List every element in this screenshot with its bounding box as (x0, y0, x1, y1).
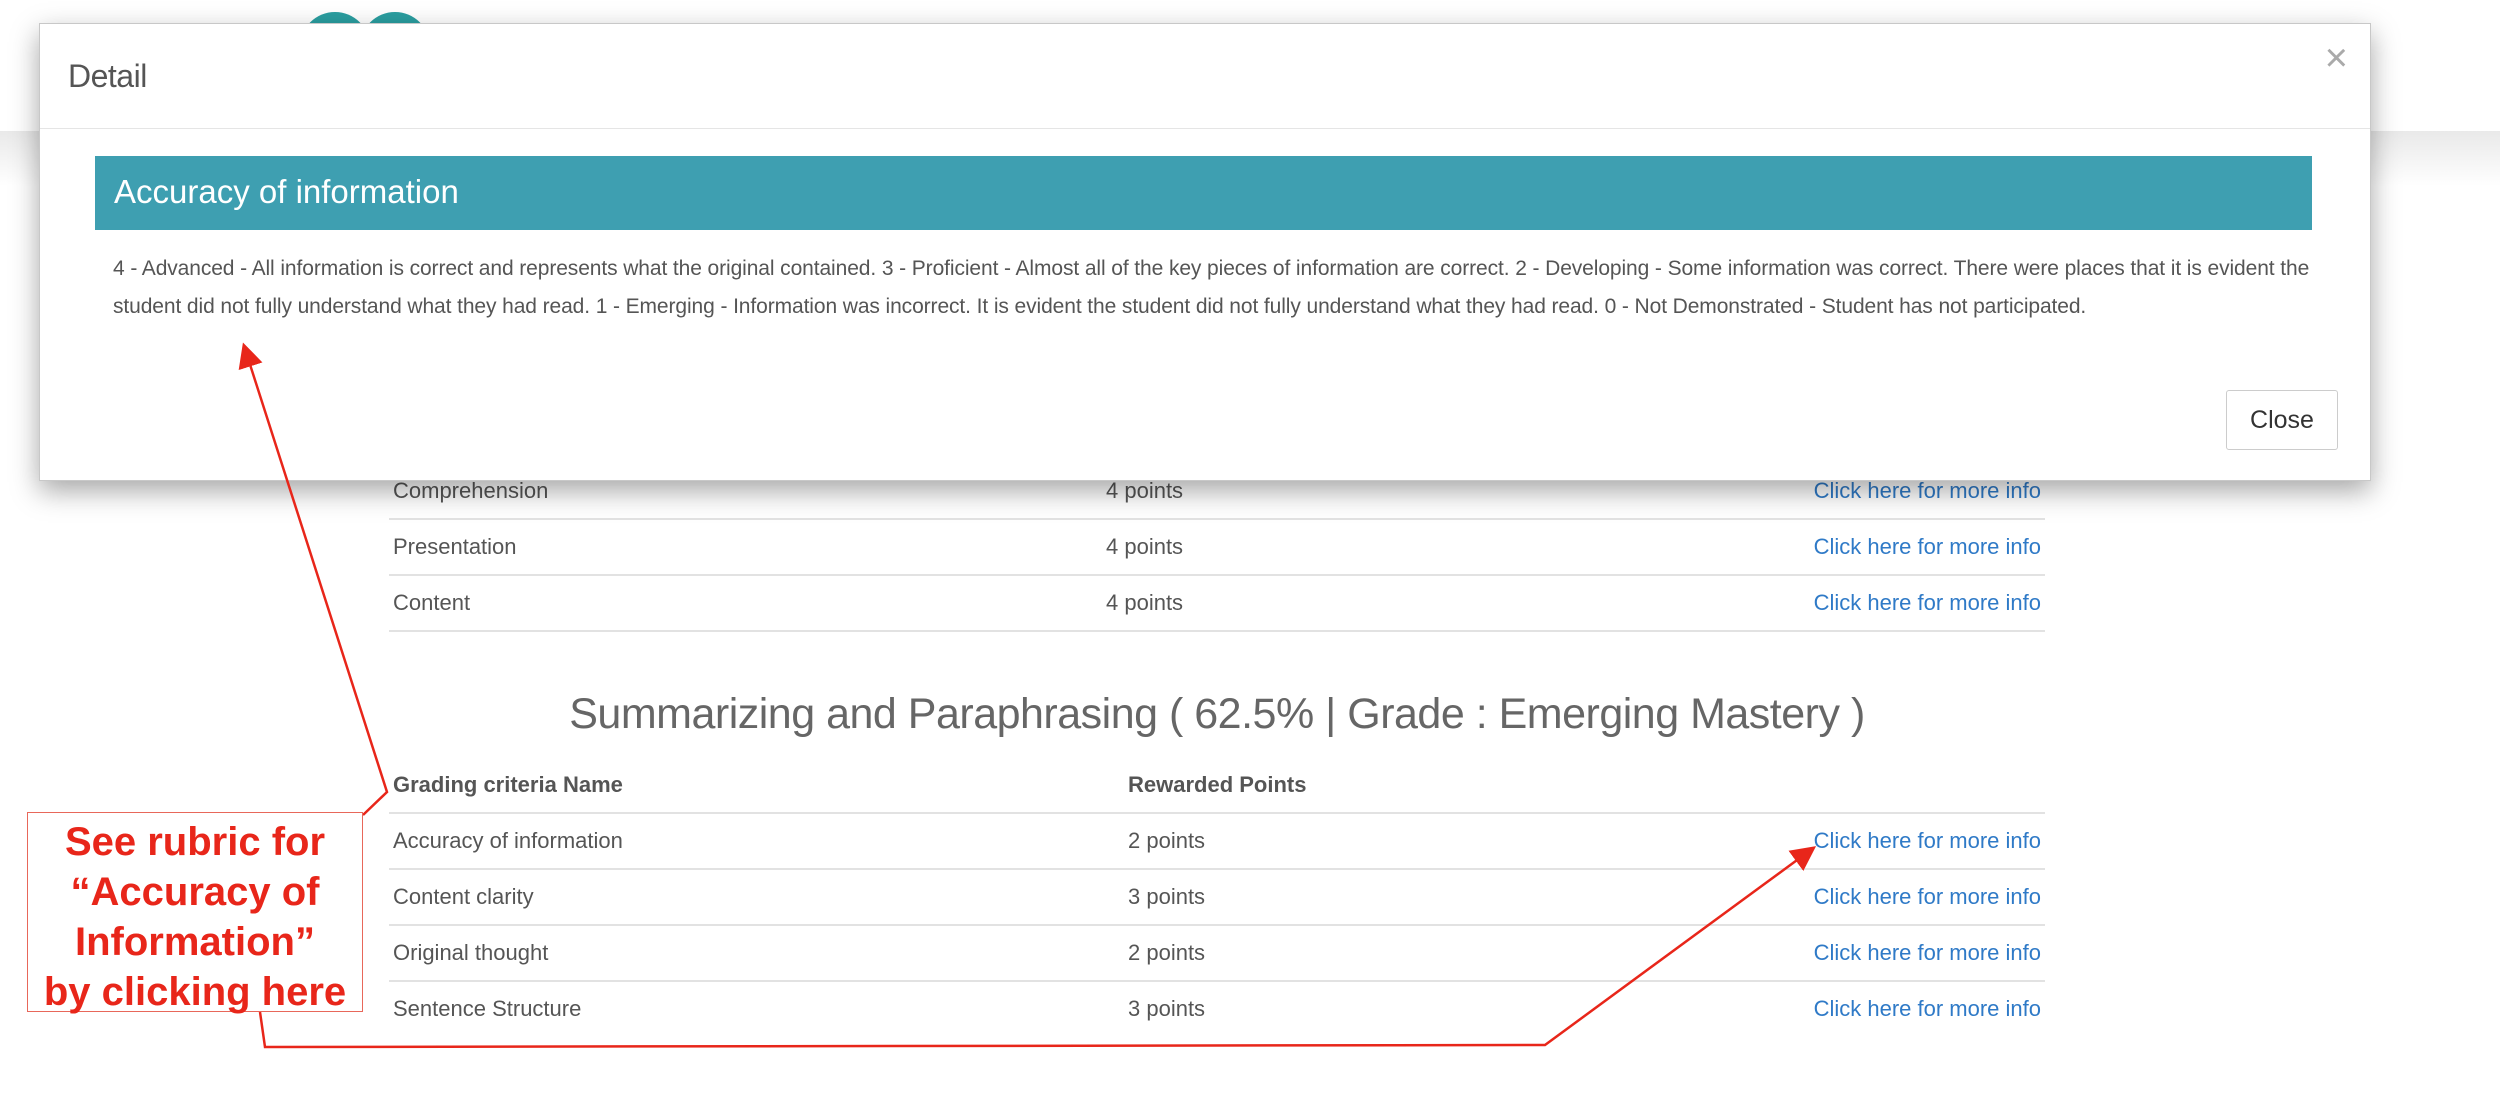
criterion-name: Comprehension (393, 478, 549, 503)
detail-modal: Detail × Accuracy of information 4 - Adv… (39, 23, 2371, 481)
table-row: Accuracy of information 2 points Click h… (389, 814, 2045, 870)
section2-table: Grading criteria Name Rewarded Points Ac… (389, 758, 2045, 1036)
modal-header: Detail × (40, 24, 2370, 129)
modal-title: Detail (68, 58, 147, 94)
table-row: Original thought 2 points Click here for… (389, 926, 2045, 982)
more-info-link[interactable]: Click here for more info (1814, 940, 2041, 966)
table-row: Content clarity 3 points Click here for … (389, 870, 2045, 926)
criterion-points: 3 points (1128, 996, 1206, 1021)
more-info-link[interactable]: Click here for more info (1814, 478, 2041, 504)
section1-table: Comprehension 4 points Click here for mo… (389, 464, 2045, 632)
criterion-name: Content (393, 590, 471, 615)
more-info-link[interactable]: Click here for more info (1814, 534, 2041, 560)
close-icon[interactable]: × (2325, 38, 2348, 78)
table-row: Presentation 4 points Click here for mor… (389, 520, 2045, 576)
criterion-points: 2 points (1128, 828, 1206, 853)
more-info-link[interactable]: Click here for more info (1814, 996, 2041, 1022)
table-row: Sentence Structure 3 points Click here f… (389, 982, 2045, 1036)
criterion-title: Accuracy of information (114, 173, 459, 210)
criterion-name: Content clarity (393, 884, 534, 909)
criterion-points: 4 points (1106, 534, 1184, 559)
criterion-points: 4 points (1106, 478, 1184, 503)
column-header-name: Grading criteria Name (393, 772, 623, 797)
table-row: Content 4 points Click here for more inf… (389, 576, 2045, 632)
criterion-description: 4 - Advanced - All information is correc… (113, 257, 2310, 318)
criterion-points: 3 points (1128, 884, 1206, 909)
criterion-points: 2 points (1128, 940, 1206, 965)
criterion-name: Original thought (393, 940, 549, 965)
criterion-name: Presentation (393, 534, 517, 559)
close-button[interactable]: Close (2226, 390, 2338, 450)
table-header-row: Grading criteria Name Rewarded Points (389, 758, 2045, 814)
criterion-name: Sentence Structure (393, 996, 582, 1021)
page: Comprehension 4 points Click here for mo… (0, 0, 2500, 1101)
annotation-callout: See rubric for “Accuracy of Information”… (27, 812, 363, 1014)
more-info-link[interactable]: Click here for more info (1814, 590, 2041, 616)
more-info-link[interactable]: Click here for more info (1814, 828, 2041, 854)
more-info-link[interactable]: Click here for more info (1814, 884, 2041, 910)
criterion-points: 4 points (1106, 590, 1184, 615)
criterion-banner: Accuracy of information (95, 156, 2312, 230)
section-title: Summarizing and Paraphrasing ( 62.5% | G… (569, 690, 1865, 738)
criterion-name: Accuracy of information (393, 828, 623, 853)
column-header-points: Rewarded Points (1128, 772, 1307, 797)
